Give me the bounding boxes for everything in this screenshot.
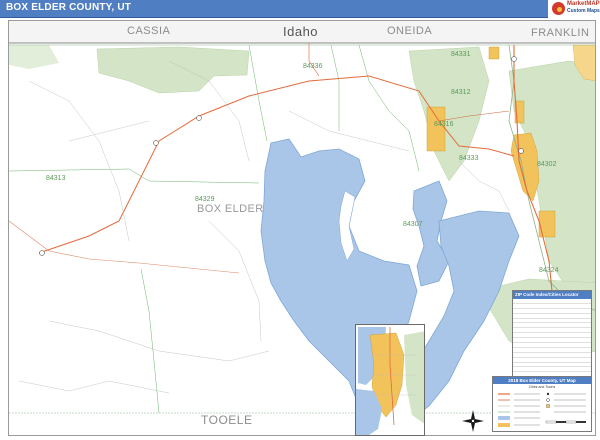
compass-rose-icon xyxy=(462,410,484,432)
region-label-oneida: ONEIDA xyxy=(387,25,433,37)
county-label-box-elder: BOX ELDER xyxy=(197,203,264,215)
zip-table-title: ZIP Code Index/Cities Locator xyxy=(513,291,591,299)
zip-boundary-5 xyxy=(330,44,340,131)
title-bar: BOX ELDER COUNTY, UT xyxy=(0,0,548,18)
interstate-shield-icon xyxy=(511,56,517,62)
logo-wordmark: MarketMAPS xyxy=(567,1,600,7)
zip-label: 84313 xyxy=(46,175,66,182)
interstate-shield-icon xyxy=(39,250,45,256)
zip-label: 84312 xyxy=(451,89,471,96)
forest-area-northwest xyxy=(9,45,59,69)
minor-road-6 xyxy=(208,220,262,342)
zip-label: 84307 xyxy=(403,221,423,228)
logo-mark-icon xyxy=(552,2,565,15)
logo-tagline: Custom Maps xyxy=(567,8,600,14)
minor-road-7 xyxy=(68,120,150,142)
minor-road-4 xyxy=(288,110,410,152)
interstate-shield-icon xyxy=(196,115,202,121)
inset-map-graphics xyxy=(356,325,424,435)
zip-boundary-3 xyxy=(358,44,420,172)
zip-boundary-2 xyxy=(248,44,268,142)
map-key-legend: 2018 Box Elder County, UT Map Cities and… xyxy=(492,376,592,432)
map-key-subtitle: Cities and Towns xyxy=(528,385,556,389)
map-key-title: 2018 Box Elder County, UT Map xyxy=(493,377,591,384)
zip-boundary-4 xyxy=(140,268,160,414)
zip-locator-table: ZIP Code Index/Cities Locator xyxy=(512,290,592,380)
forest-area-north xyxy=(96,46,250,94)
urban-perry xyxy=(538,210,556,238)
interstate-shield-icon xyxy=(153,140,159,146)
zip-label: 84324 xyxy=(539,267,559,274)
zip-label: 84329 xyxy=(195,196,215,203)
zip-label: 84331 xyxy=(451,51,471,58)
publisher-logo: MarketMAPS Custom Maps xyxy=(550,0,600,17)
highway-30 xyxy=(9,220,240,274)
minor-road-5 xyxy=(18,380,170,394)
inset-map xyxy=(355,324,425,436)
map-canvas[interactable]: CASSIA Idaho ONEIDA FRANKLIN TOOELE BOX … xyxy=(8,20,596,436)
minor-road-2 xyxy=(48,320,270,362)
map-key-symbols xyxy=(498,392,586,427)
minor-road-8 xyxy=(458,160,510,212)
minor-road-1 xyxy=(28,80,130,242)
zip-label: 84302 xyxy=(537,161,557,168)
region-label-tooele: TOOELE xyxy=(201,413,253,427)
urban-tremonton xyxy=(426,106,446,152)
zip-label: 84333 xyxy=(459,155,479,162)
region-label-idaho: Idaho xyxy=(283,24,319,39)
map-graphics xyxy=(9,21,595,432)
zip-label: 84316 xyxy=(434,121,454,128)
interstate-shield-icon xyxy=(518,148,524,154)
highway-north xyxy=(308,43,320,77)
urban-garland xyxy=(488,46,500,60)
region-label-franklin: FRANKLIN xyxy=(531,27,590,39)
map-page: BOX ELDER COUNTY, UT MarketMAPS Custom M… xyxy=(0,0,600,440)
map-title: BOX ELDER COUNTY, UT xyxy=(6,2,132,13)
region-label-cassia: CASSIA xyxy=(127,25,171,37)
zip-label: 84336 xyxy=(303,63,323,70)
